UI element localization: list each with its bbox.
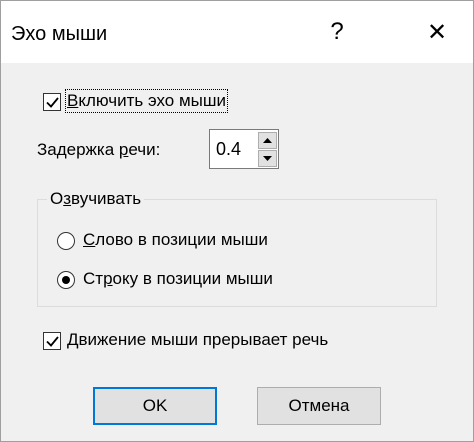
triangle-down-icon bbox=[263, 156, 272, 161]
interrupt-speech-checkbox[interactable] bbox=[43, 332, 61, 350]
enable-echo-checkbox[interactable] bbox=[43, 93, 61, 111]
ok-button[interactable]: OK bbox=[93, 387, 217, 425]
help-button[interactable]: ? bbox=[301, 1, 373, 63]
ok-button-label: OK bbox=[142, 396, 168, 415]
title-bar: Эхо мыши ? ✕ bbox=[1, 1, 473, 63]
close-x-icon: ✕ bbox=[426, 18, 448, 46]
cancel-button-label: Отмена bbox=[288, 396, 350, 415]
dialog-title: Эхо мыши bbox=[11, 23, 108, 45]
triangle-up-icon bbox=[263, 138, 272, 143]
checkmark-icon bbox=[46, 97, 59, 108]
radio-line-at-cursor-label[interactable]: Строку в позиции мыши bbox=[83, 269, 273, 289]
radio-word-at-cursor-label[interactable]: Слово в позиции мыши bbox=[83, 230, 268, 250]
cancel-button[interactable]: Отмена bbox=[257, 387, 381, 425]
radio-line-at-cursor[interactable] bbox=[57, 271, 75, 289]
speech-delay-label: Задержка речи: bbox=[37, 140, 161, 159]
radio-word-at-cursor[interactable] bbox=[57, 232, 75, 250]
checkmark-icon bbox=[46, 336, 59, 347]
speech-delay-spinbox[interactable]: 0.4 bbox=[209, 129, 279, 169]
question-mark-icon: ? bbox=[330, 18, 344, 45]
voice-groupbox bbox=[37, 199, 437, 307]
enable-echo-label[interactable]: Включить эхо мыши bbox=[65, 89, 228, 113]
radio-selected-dot bbox=[62, 276, 70, 284]
voice-group-title: Озвучивать bbox=[47, 189, 145, 209]
mouse-echo-dialog: Эхо мыши ? ✕ Включить эхо мыши Задержка … bbox=[0, 0, 474, 442]
spin-down-button[interactable] bbox=[258, 150, 277, 167]
interrupt-speech-label[interactable]: Движение мыши прерывает речь bbox=[67, 330, 328, 350]
close-button[interactable]: ✕ bbox=[401, 1, 473, 63]
speech-delay-value[interactable]: 0.4 bbox=[216, 139, 241, 160]
spin-up-button[interactable] bbox=[258, 132, 277, 149]
